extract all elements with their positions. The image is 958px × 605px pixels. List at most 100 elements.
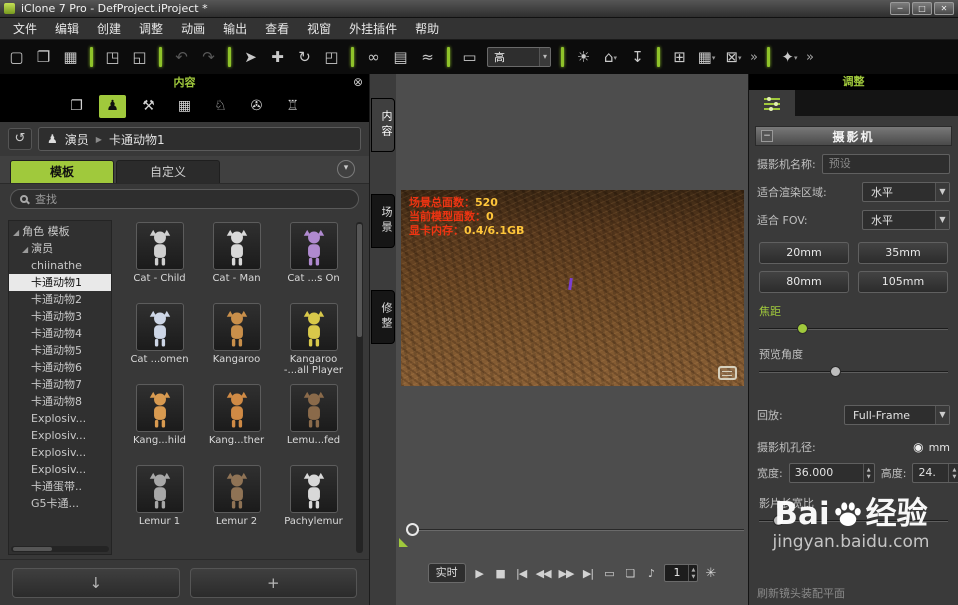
toolbar-overflow-icon[interactable]: »	[804, 50, 816, 65]
side-tab-inactive[interactable]: 修整	[371, 290, 395, 344]
last-frame-button[interactable]: ▶|	[581, 567, 594, 580]
menu-item-7[interactable]: 查看	[256, 18, 298, 40]
play-button[interactable]: ▶	[473, 567, 486, 580]
animation-icon[interactable]: ✇	[243, 95, 270, 118]
import-icon[interactable]: ◱	[127, 44, 152, 70]
chevron-down-icon[interactable]: ▾	[337, 160, 355, 178]
all-content-icon[interactable]: ❐	[63, 95, 90, 118]
move-tool-icon[interactable]: ✚	[265, 44, 290, 70]
viewport[interactable]: 场景总面数：520当前模型面数：0显卡内存：0.4/6.1GB 实时 ▶■|◀◀…	[396, 74, 748, 605]
tab-adjust[interactable]	[749, 90, 795, 116]
align-icon[interactable]: ▤	[388, 44, 413, 70]
thumbnail[interactable]: Lemur 1	[122, 465, 197, 544]
breadcrumb-item[interactable]: 卡通动物1	[109, 131, 165, 148]
aperture-radio[interactable]: ◉	[913, 440, 923, 454]
prop-list-icon[interactable]: ⊠▾	[721, 44, 746, 70]
undo-icon[interactable]: ↶	[169, 44, 194, 70]
stage-list-icon[interactable]: ▦▾	[694, 44, 719, 70]
animal-icon[interactable]: ♘	[207, 95, 234, 118]
tree-item[interactable]: 卡通蛋带..	[9, 478, 111, 495]
preview-angle-slider-handle[interactable]	[830, 366, 841, 377]
lens-105mm-button[interactable]: 105mm	[858, 271, 948, 293]
add-content-button[interactable]: +	[190, 568, 358, 598]
tree-item[interactable]: 卡通动物2	[9, 291, 111, 308]
display-mode-icon[interactable]: ▭	[457, 44, 482, 70]
menu-item-10[interactable]: 帮助	[406, 18, 448, 40]
frame-spinner[interactable]: ▲▼	[688, 565, 697, 581]
props-icon[interactable]: ♖	[279, 95, 306, 118]
tree-item[interactable]: chiinathe	[9, 257, 111, 274]
light-icon[interactable]: ☀	[571, 44, 596, 70]
thumbnail[interactable]: Cat ...s On	[276, 222, 351, 301]
thumbnail[interactable]: Lemu...fed	[276, 384, 351, 463]
tree-item[interactable]: Explosiv...	[9, 461, 111, 478]
timeline-handle[interactable]	[406, 523, 419, 536]
tree-item[interactable]: ◢演员	[9, 240, 111, 257]
tree-item[interactable]: Explosiv...	[9, 427, 111, 444]
tree-item[interactable]: Explosiv...	[9, 410, 111, 427]
preview-angle-slider[interactable]	[759, 365, 948, 379]
motion-path-icon[interactable]: ≈	[415, 44, 440, 70]
tree-item[interactable]: Explosiv...	[9, 444, 111, 461]
close-panel-icon[interactable]: ⊗	[353, 75, 363, 89]
focal-slider-handle[interactable]	[797, 323, 808, 334]
thumbnail[interactable]: Kang...ther	[199, 384, 274, 463]
link-tool-icon[interactable]: ∞	[361, 44, 386, 70]
open-project-icon[interactable]: ❐	[31, 44, 56, 70]
tree-item[interactable]: 卡通动物6	[9, 359, 111, 376]
tree-item[interactable]: ◢角色 模板	[9, 223, 111, 240]
rotate-tool-icon[interactable]: ↻	[292, 44, 317, 70]
caption-button[interactable]: ❏	[623, 567, 636, 580]
vertical-scrollbar[interactable]	[356, 222, 363, 553]
timeline[interactable]	[408, 523, 744, 553]
scene-image-icon[interactable]: ▦	[171, 95, 198, 118]
next-frame-button[interactable]: ▶▶	[559, 567, 574, 580]
lens-35mm-button[interactable]: 35mm	[858, 242, 948, 264]
side-tab-inactive[interactable]: 场景	[371, 194, 395, 248]
back-button[interactable]: ↺	[8, 128, 32, 150]
fit-fov-dropdown[interactable]: 水平 ▼	[862, 210, 950, 230]
effect-icon[interactable]: ✦▾	[777, 44, 802, 70]
tree-item[interactable]: 卡通动物5	[9, 342, 111, 359]
side-tab-active[interactable]: 内容	[371, 98, 395, 152]
render-area[interactable]: 场景总面数：520当前模型面数：0显卡内存：0.4/6.1GB	[401, 190, 744, 386]
horizontal-scrollbar[interactable]	[11, 546, 109, 552]
lens-80mm-button[interactable]: 80mm	[759, 271, 849, 293]
focal-slider[interactable]	[759, 322, 948, 336]
aspect-ratio-slider-handle[interactable]	[773, 515, 784, 526]
breadcrumb-item[interactable]: 演员	[65, 131, 89, 148]
home-view-icon[interactable]: ⌂▾	[598, 44, 623, 70]
tree-item[interactable]: 卡通动物4	[9, 325, 111, 342]
tree-item[interactable]: G5卡通...	[9, 495, 111, 512]
add-stage-icon[interactable]: ⊞	[667, 44, 692, 70]
thumbnail[interactable]: Kangaroo -...all Player	[276, 303, 351, 382]
aspect-ratio-slider[interactable]	[759, 514, 948, 528]
loop-button[interactable]: ▭	[602, 567, 615, 580]
thumbnail[interactable]: Pachylemur	[276, 465, 351, 544]
playback-settings-icon[interactable]: ✳	[705, 566, 716, 581]
width-spinner-arrows[interactable]: ▲▼	[863, 464, 874, 482]
menu-item-4[interactable]: 调整	[130, 18, 172, 40]
menu-item-5[interactable]: 动画	[172, 18, 214, 40]
camera-section-header[interactable]: − 摄影机	[755, 126, 952, 146]
select-tool-icon[interactable]: ➤	[238, 44, 263, 70]
prev-frame-button[interactable]: ◀◀	[536, 567, 551, 580]
thumbnail[interactable]: Kangaroo	[199, 303, 274, 382]
tab-custom[interactable]: 自定义	[116, 160, 220, 183]
width-spinner[interactable]: 36.000 ▲▼	[789, 463, 875, 483]
toolbar-overflow-icon[interactable]: »	[748, 50, 760, 65]
playback-dropdown[interactable]: Full-Frame ▼	[844, 405, 950, 425]
download-icon[interactable]: ↧	[625, 44, 650, 70]
collapse-section-button[interactable]: −	[761, 130, 773, 142]
tree-item[interactable]: 卡通动物7	[9, 376, 111, 393]
thumbnail[interactable]: Kang...hild	[122, 384, 197, 463]
tree-item[interactable]: 卡通动物1	[9, 274, 111, 291]
close-button[interactable]: ✕	[934, 2, 954, 15]
sound-button[interactable]: ♪	[644, 567, 657, 580]
menu-item-9[interactable]: 外挂插件	[340, 18, 406, 40]
menu-item-3[interactable]: 创建	[88, 18, 130, 40]
frame-value[interactable]: 1	[665, 565, 688, 581]
thumbnail[interactable]: Cat - Child	[122, 222, 197, 301]
tab-template[interactable]: 模板	[10, 160, 114, 183]
height-spinner[interactable]: 24. ▲▼	[912, 463, 958, 483]
